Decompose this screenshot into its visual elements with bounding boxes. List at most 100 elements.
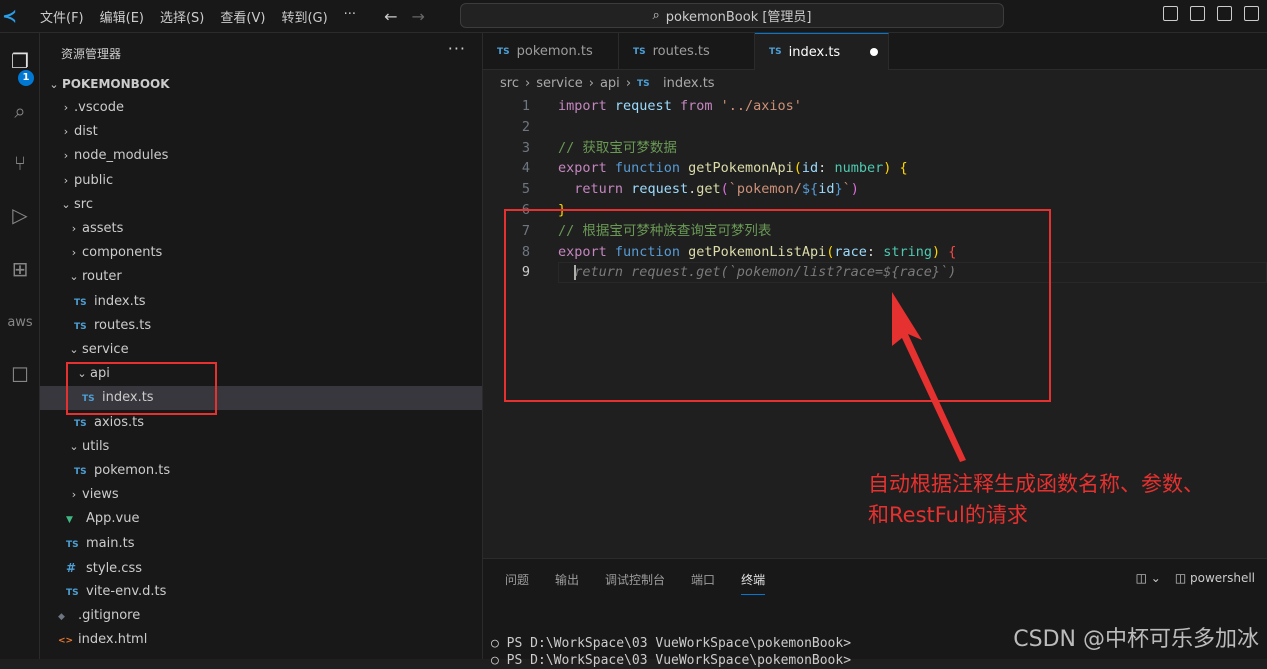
annotation-line: 自动根据注释生成函数名称、参数、 [868,472,1204,496]
tree-item[interactable]: ⌄ src [40,193,482,217]
line-number: 1 [521,98,530,114]
code-token: number [834,160,884,177]
split-terminal-icon[interactable]: ◫ ⌄ [1136,571,1161,585]
tree-item[interactable]: TS pokemon.ts [40,459,482,483]
terminal-output[interactable]: ○ PS D:\WorkSpace\03 VueWorkSpace\pokemo… [491,635,851,669]
chevron-right-icon: › [63,125,69,139]
more-actions-icon[interactable]: ··· [448,39,466,58]
breadcrumb-item[interactable]: service [536,76,583,91]
toggle-panel-icon[interactable] [1190,6,1205,21]
tree-item[interactable]: › .vscode [40,96,482,120]
menu-file[interactable]: 文件(F) [32,7,92,26]
ts-file-icon: TS [74,418,87,429]
annotation-text: 自动根据注释生成函数名称、参数、 和RestFul的请求 [868,469,1204,531]
chevron-right-icon: › [63,101,69,114]
source-control-icon[interactable]: ⑂ [4,147,36,179]
tab-pokemon-ts[interactable]: TS pokemon.ts [483,33,619,70]
panel-tab[interactable]: 端口 [691,571,715,595]
tab-index-ts[interactable]: TS index.ts [755,33,889,70]
menu-go[interactable]: 转到(G) [273,7,335,26]
code-token: `pokemon/ [728,181,802,198]
chevron-right-icon: › [63,173,69,187]
code-token: id [801,160,819,177]
tree-item-label: pokemon.ts [94,463,171,478]
breadcrumb-item[interactable]: src [500,76,519,91]
chevron-down-icon: ⌄ [49,78,59,91]
tree-item[interactable]: <> index.html [40,628,482,652]
tree-item[interactable]: # style.css [40,556,482,580]
chevron-right-icon: › [63,149,69,163]
panel-tab[interactable]: 问题 [505,571,529,595]
tree-item-label: .vscode [74,100,124,115]
chat-icon[interactable]: ☐ [4,359,36,391]
tree-item-label: router [82,269,122,285]
tree-item-label: utils [82,438,110,454]
tree-item[interactable]: TS routes.ts [40,314,482,338]
menu-selection[interactable]: 选择(S) [152,7,212,26]
code-line: 5 return request.get(`pokemon/${id}`) [483,179,1267,200]
breadcrumb-item[interactable]: api [600,76,620,91]
tree-item[interactable]: › node_modules [40,144,482,168]
tree-item[interactable]: › dist [40,120,482,144]
tab-routes-ts[interactable]: TS routes.ts [619,33,755,70]
tree-item[interactable]: › assets [40,217,482,241]
code-token: getPokemonApi [688,160,794,177]
tree-item[interactable]: › public [40,169,482,193]
tree-item[interactable]: ⌄ router [40,265,482,289]
chevron-down-icon: ⌄ [69,270,79,284]
extensions-icon[interactable]: ⊞ [4,253,36,285]
customize-layout-icon[interactable] [1244,6,1259,21]
back-arrow-icon[interactable]: ← [384,7,397,26]
tab-label: pokemon.ts [516,44,593,59]
code-token: ( [793,160,802,177]
forward-arrow-icon[interactable]: → [411,7,424,26]
chevron-right-icon: › [524,76,531,91]
terminal-profile[interactable]: ◫ powershell [1175,571,1255,585]
run-debug-icon[interactable]: ▷ [4,199,36,231]
aws-icon[interactable]: aws [4,307,36,339]
unsaved-dot-icon[interactable] [870,48,878,56]
tree-item-label: style.css [86,560,142,576]
panel-tab[interactable]: 调试控制台 [605,571,665,595]
tree-item[interactable]: ⌄ service [40,338,482,362]
toggle-sidebar-icon[interactable] [1163,6,1178,21]
search-icon[interactable]: ⌕ [4,95,36,127]
ts-file-icon: TS [74,321,87,332]
menu-more[interactable]: ··· [336,7,364,26]
command-center-search[interactable]: ⌕ pokemonBook [管理员] [460,3,1004,28]
workspace-root[interactable]: ⌄ POKEMONBOOK [40,72,482,96]
menu-view[interactable]: 查看(V) [212,7,273,26]
search-icon: ⌕ [652,8,660,23]
tree-item-label: public [74,172,114,188]
code-text: return request.get(`pokemon/${id}`) [558,179,859,200]
code-text: // 获取宝可梦数据 [558,138,677,159]
git-file-icon: ◆ [58,612,65,623]
tree-item[interactable]: TS index.ts [40,290,482,314]
tree-item[interactable]: TS vite-env.d.ts [40,580,482,604]
panel-tab[interactable]: 终端 [741,571,766,595]
chevron-right-icon: › [625,76,632,91]
tree-item[interactable]: › views [40,483,482,507]
breadcrumb-item[interactable]: index.ts [663,76,715,91]
tree-item[interactable]: TS main.ts [40,532,482,556]
tree-item[interactable]: ▼ App.vue [40,507,482,531]
toggle-secondary-sidebar-icon[interactable] [1217,6,1232,21]
tree-item-label: axios.ts [94,414,145,430]
panel-tab[interactable]: 输出 [555,571,579,595]
code-token: ( [720,181,729,198]
tab-label: index.ts [788,44,841,60]
tree-item-label: node_modules [74,148,169,164]
highlight-box-api [66,362,217,415]
explorer-sidebar: 资源管理器 ··· ⌄ POKEMONBOOK › .vscode › dist › nod… [40,33,483,659]
code-token: import [558,98,607,114]
tree-item[interactable]: ◆ .gitignore [40,604,482,628]
tree-item[interactable]: ⌄ utils [40,435,482,459]
chevron-right-icon: › [71,488,77,502]
tree-item-label: src [74,196,93,212]
menu-edit[interactable]: 编辑(E) [92,7,152,26]
tree-item[interactable]: › components [40,241,482,265]
files-icon[interactable]: ❐ 1 [4,45,36,86]
